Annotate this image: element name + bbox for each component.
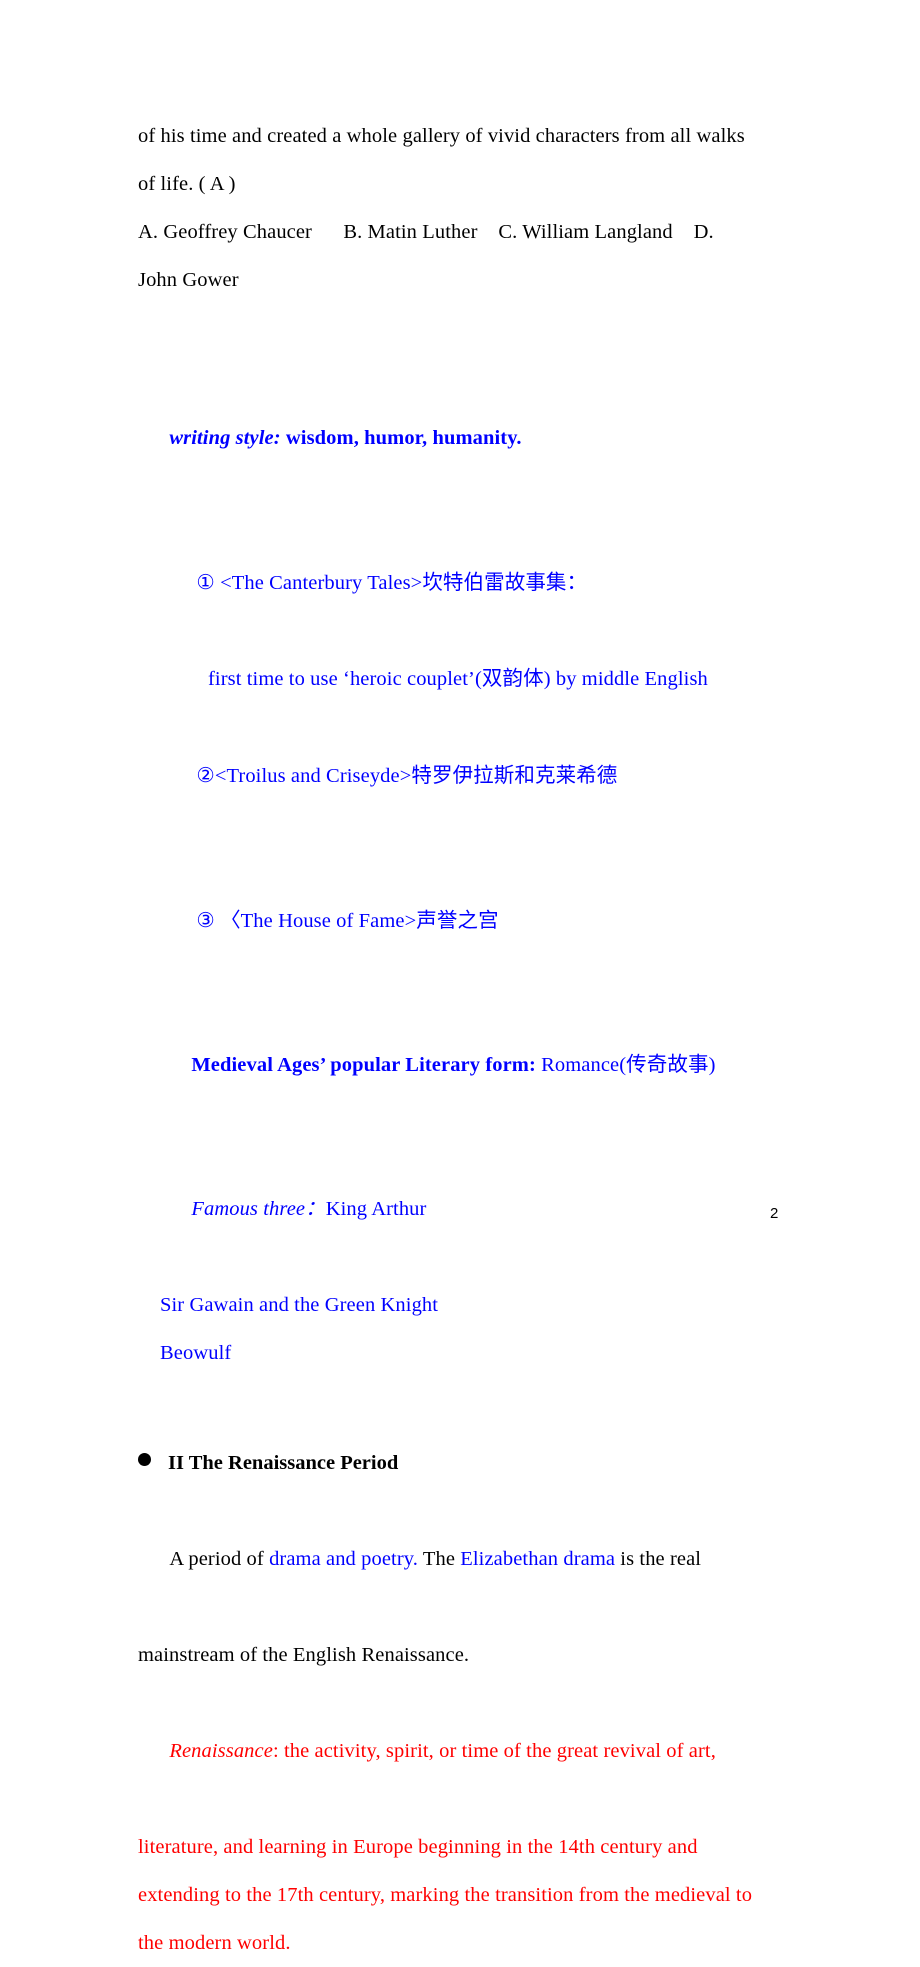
renaissance-intro-line-2: mainstream of the English Renaissance.	[138, 1644, 470, 1666]
renaissance-intro-e: is the real	[615, 1548, 702, 1570]
renaissance-heading-text: II The Renaissance Period	[168, 1452, 399, 1474]
famous-three-item-3: Beowulf	[160, 1342, 232, 1364]
quiz-options-line-1: A. Geoffrey Chaucer B. Matin Luther C. W…	[138, 221, 714, 243]
work-item-3: ③ 〈The House of Fame>声誉之宫	[165, 848, 788, 993]
writing-style-value: wisdom, humor, humanity.	[280, 427, 522, 449]
quiz-options-line-2: John Gower	[138, 269, 239, 291]
writing-style-line: writing style: wisdom, humor, humanity.	[138, 366, 788, 510]
renaissance-intro-c: The	[418, 1548, 461, 1570]
renaissance-intro-line-1: A period of drama and poetry. The Elizab…	[138, 1487, 788, 1631]
renaissance-definition-line-3: extending to the 17th century, marking t…	[138, 1884, 753, 1906]
quiz-stem-line-2: of life. ( A )	[138, 173, 236, 195]
work-item-3-text: 〈The House of Fame>声誉之宫	[214, 910, 499, 932]
renaissance-definition-line-2: literature, and learning in Europe begin…	[138, 1836, 698, 1858]
famous-three-item-1: King Arthur	[325, 1198, 427, 1220]
circled-two-icon: ②	[196, 763, 215, 787]
spacer-before-renaissance	[138, 1377, 788, 1439]
circled-three-icon: ③	[196, 908, 215, 932]
medieval-form-line: Medieval Ages’ popular Literary form: Ro…	[160, 993, 788, 1137]
work-item-1-note: first time to use ‘heroic couplet’(双韵体) …	[208, 668, 708, 690]
renaissance-definition-term: Renaissance	[169, 1740, 273, 1762]
spacer-after-quiz	[138, 304, 788, 366]
renaissance-intro-drama-poetry: drama and poetry.	[269, 1548, 418, 1570]
renaissance-definition-line-1: Renaissance: the activity, spirit, or ti…	[138, 1679, 788, 1823]
bullet-dot-icon	[138, 1453, 151, 1466]
page-number: 2	[770, 1205, 779, 1222]
famous-three-item-2: Sir Gawain and the Green Knight	[160, 1294, 439, 1316]
renaissance-intro-a: A period of	[169, 1548, 270, 1570]
document-page: of his time and created a whole gallery …	[0, 0, 920, 1954]
famous-three-line: Famous three：King Arthur	[160, 1137, 788, 1281]
renaissance-intro-elizabethan-drama: Elizabethan drama	[460, 1548, 616, 1570]
medieval-form-label: Medieval Ages’ popular Literary form:	[191, 1054, 536, 1076]
work-item-2-text: <Troilus and Criseyde>特罗伊拉斯和克莱希德	[214, 765, 618, 787]
circled-one-icon: ①	[196, 570, 215, 594]
work-item-2: ②<Troilus and Criseyde>特罗伊拉斯和克莱希德	[165, 703, 788, 848]
work-item-1-text: <The Canterbury Tales>坎特伯雷故事集：	[214, 572, 588, 594]
document-body: of his time and created a whole gallery …	[138, 112, 788, 1967]
work-item-1: ① <The Canterbury Tales>坎特伯雷故事集：	[165, 510, 788, 655]
renaissance-heading: II The Renaissance Period	[138, 1439, 788, 1487]
famous-three-label: Famous three：	[191, 1198, 326, 1220]
quiz-stem-line-1: of his time and created a whole gallery …	[138, 125, 745, 147]
renaissance-definition-text-1: : the activity, spirit, or time of the g…	[272, 1740, 716, 1762]
writing-style-label: writing style:	[169, 427, 281, 449]
medieval-form-value: Romance(传奇故事)	[535, 1054, 716, 1076]
renaissance-definition-line-4: the modern world.	[138, 1932, 291, 1954]
